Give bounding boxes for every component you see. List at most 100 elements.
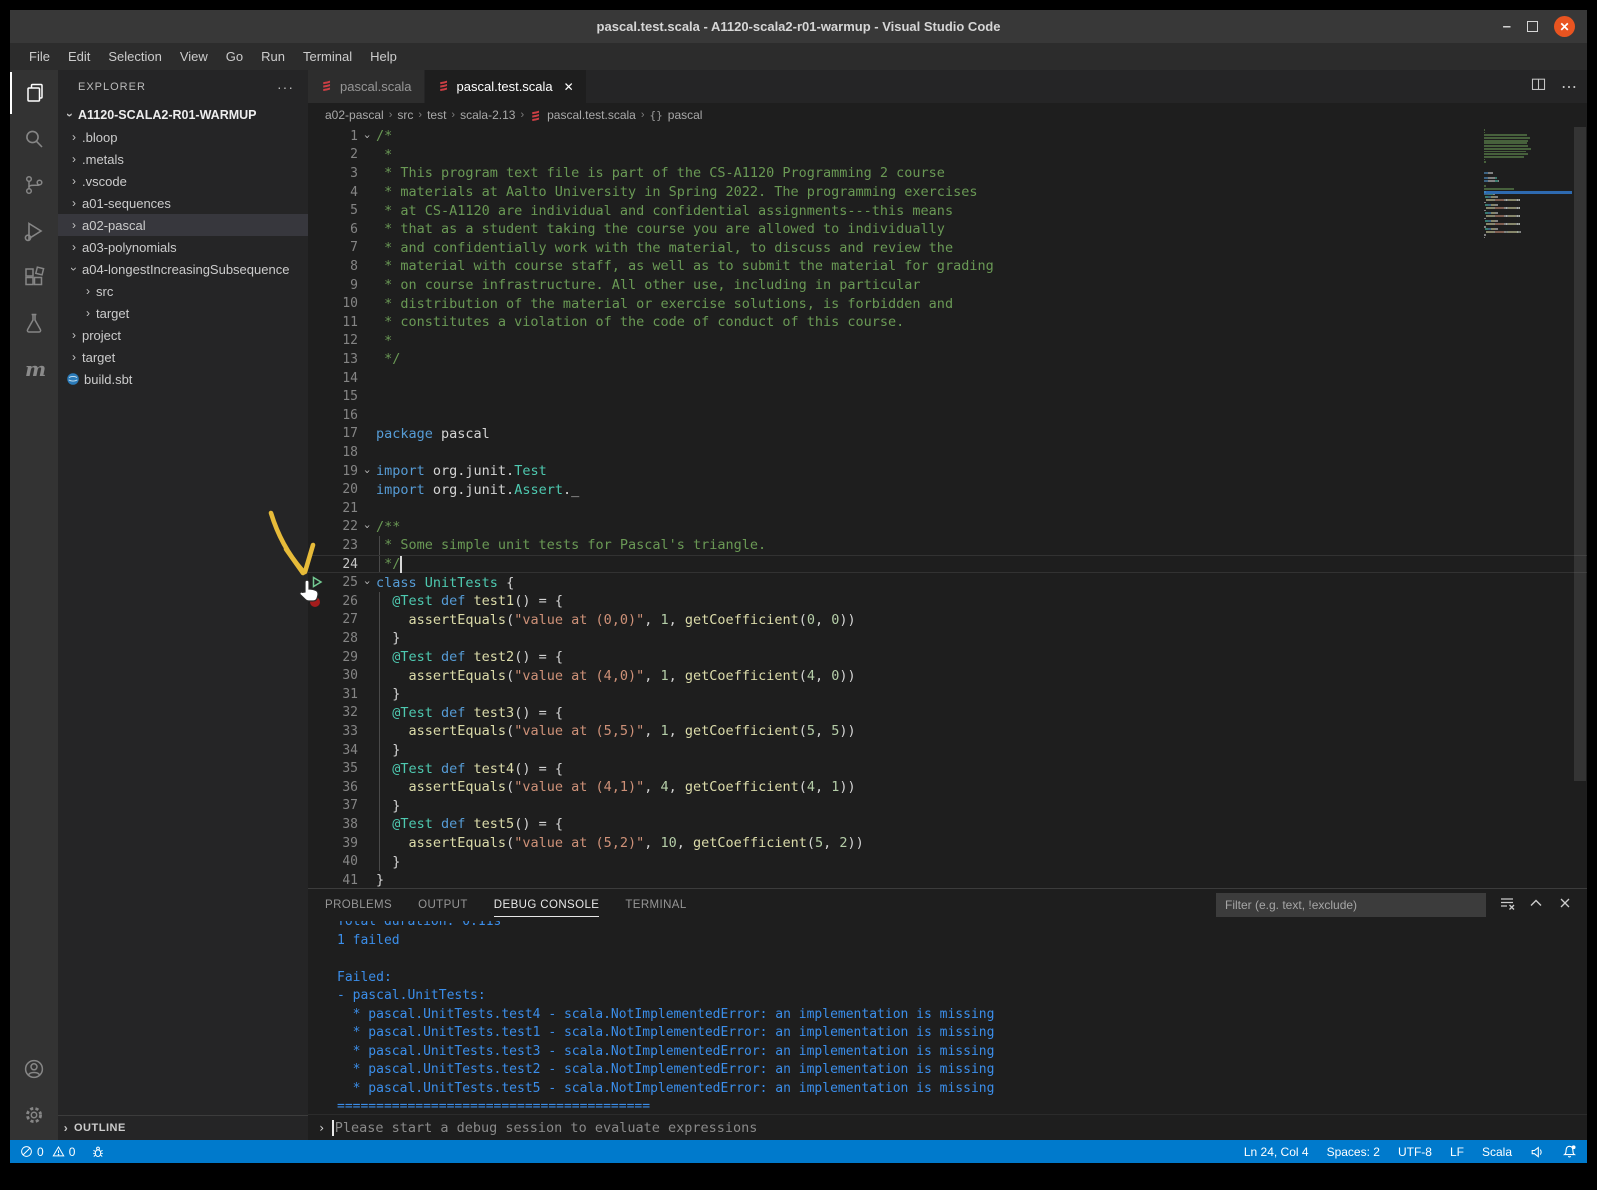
code-line-37[interactable]: 37 } [308,797,1587,816]
test-beaker-icon[interactable] [10,300,58,346]
breakpoint-icon[interactable] [310,597,320,607]
menu-item-edit[interactable]: Edit [59,49,99,64]
tree-item--bloop[interactable]: ›.bloop [58,126,308,148]
code-line-29[interactable]: 29 @Test def test2() = { [308,648,1587,667]
fold-chevron-icon[interactable]: › [358,576,376,589]
code-line-15[interactable]: 15 [308,387,1587,406]
fold-chevron-icon[interactable]: › [358,465,376,478]
tree-item-build-sbt[interactable]: build.sbt [58,368,308,390]
notifications-bell-icon[interactable] [1562,1144,1577,1159]
tree-item-a03-polynomials[interactable]: ›a03-polynomials [58,236,308,258]
editor-scrollbar[interactable] [1573,127,1587,888]
language-mode-status[interactable]: Scala [1482,1145,1512,1159]
menu-item-view[interactable]: View [171,49,217,64]
code-line-4[interactable]: 4 * materials at Aalto University in Spr… [308,183,1587,202]
fold-chevron-icon[interactable]: › [358,130,376,143]
outline-section[interactable]: › OUTLINE [58,1115,308,1140]
run-debug-icon[interactable] [10,208,58,254]
code-line-19[interactable]: 19›import org.junit.Test [308,462,1587,481]
menu-item-selection[interactable]: Selection [99,49,170,64]
panel-tab-problems[interactable]: PROBLEMS [325,893,392,917]
breadcrumb-item[interactable]: scala-2.13 [460,108,515,122]
code-line-7[interactable]: 7 * and confidentially work with the mat… [308,239,1587,258]
split-editor-icon[interactable] [1530,76,1547,98]
breadcrumb-item[interactable]: test [427,108,446,122]
tree-item-target[interactable]: ›target [58,302,308,324]
tree-item-project[interactable]: ›project [58,324,308,346]
explorer-more-actions-icon[interactable]: ··· [277,79,294,95]
code-line-1[interactable]: 1›/* [308,127,1587,146]
tree-item--vscode[interactable]: ›.vscode [58,170,308,192]
clear-console-icon[interactable] [1499,895,1515,916]
menu-item-terminal[interactable]: Terminal [294,49,361,64]
tree-item-target[interactable]: ›target [58,346,308,368]
code-line-24[interactable]: 24 */ [308,555,1587,574]
code-line-28[interactable]: 28 } [308,629,1587,648]
code-line-20[interactable]: 20import org.junit.Assert._ [308,480,1587,499]
code-line-34[interactable]: 34 } [308,741,1587,760]
code-line-27[interactable]: 27 assertEquals("value at (0,0)", 1, get… [308,611,1587,630]
code-line-16[interactable]: 16 [308,406,1587,425]
code-line-6[interactable]: 6 * that as a student taking the course … [308,220,1587,239]
code-line-38[interactable]: 38 @Test def test5() = { [308,815,1587,834]
encoding-status[interactable]: UTF-8 [1398,1145,1432,1159]
editor-more-actions-icon[interactable]: ⋯ [1561,77,1577,97]
tree-item-src[interactable]: ›src [58,280,308,302]
breadcrumb-file[interactable]: pascal.test.scala [547,108,636,122]
code-line-14[interactable]: 14 [308,369,1587,388]
maximize-icon[interactable] [1527,21,1538,32]
code-line-3[interactable]: 3 * This program text file is part of th… [308,164,1587,183]
settings-gear-icon[interactable] [10,1092,58,1138]
code-line-12[interactable]: 12 * [308,332,1587,351]
tree-item--metals[interactable]: ›.metals [58,148,308,170]
breadcrumb-item[interactable]: src [397,108,413,122]
metals-icon[interactable]: m [10,346,58,392]
code-line-10[interactable]: 10 * distribution of the material or exe… [308,294,1587,313]
menu-item-help[interactable]: Help [361,49,406,64]
code-line-41[interactable]: 41} [308,871,1587,888]
breadcrumb-item[interactable]: a02-pascal [325,108,384,122]
cursor-position-status[interactable]: Ln 24, Col 4 [1244,1145,1309,1159]
fold-chevron-icon[interactable]: › [358,520,376,533]
menu-item-run[interactable]: Run [252,49,294,64]
account-icon[interactable] [10,1046,58,1092]
debug-status-icon[interactable] [91,1145,105,1159]
indentation-status[interactable]: Spaces: 2 [1327,1145,1380,1159]
close-panel-icon[interactable] [1557,895,1573,916]
code-line-25[interactable]: 25›class UnitTests { [308,573,1587,592]
code-line-18[interactable]: 18 [308,443,1587,462]
breadcrumb[interactable]: a02-pascal›src›test›scala-2.13›pascal.te… [308,103,1587,127]
feedback-icon[interactable] [1530,1145,1544,1159]
panel-tab-debug-console[interactable]: DEBUG CONSOLE [494,893,600,917]
tree-root-folder[interactable]: ›A1120-SCALA2-R01-WARMUP [58,104,308,126]
menu-item-file[interactable]: File [20,49,59,64]
breadcrumb-symbol[interactable]: pascal [668,108,703,122]
code-line-21[interactable]: 21 [308,499,1587,518]
code-line-31[interactable]: 31 } [308,685,1587,704]
code-line-17[interactable]: 17package pascal [308,425,1587,444]
code-line-9[interactable]: 9 * on course infrastructure. All other … [308,276,1587,295]
close-tab-icon[interactable]: ✕ [564,80,574,94]
panel-tab-terminal[interactable]: TERMINAL [625,893,686,917]
tab-pascal-scala[interactable]: pascal.scala [308,70,425,103]
panel-tab-output[interactable]: OUTPUT [418,893,468,917]
tree-item-a04-longestincreasingsubsequence[interactable]: ›a04-longestIncreasingSubsequence [58,258,308,280]
source-control-icon[interactable] [10,162,58,208]
code-line-13[interactable]: 13 */ [308,350,1587,369]
code-line-22[interactable]: 22›/** [308,518,1587,537]
minimize-icon[interactable]: – [1503,18,1511,35]
code-line-40[interactable]: 40 } [308,852,1587,871]
code-line-36[interactable]: 36 assertEquals("value at (4,1)", 4, get… [308,778,1587,797]
code-line-35[interactable]: 35 @Test def test4() = { [308,759,1587,778]
minimap[interactable] [1484,129,1572,239]
debug-console-input[interactable]: › Please start a debug session to evalua… [308,1114,1587,1140]
code-line-33[interactable]: 33 assertEquals("value at (5,5)", 1, get… [308,722,1587,741]
debug-console-output[interactable]: Total duration: 0.11s1 failed Failed:- p… [308,921,1587,1114]
problems-status[interactable]: 0 0 [20,1145,75,1159]
maximize-panel-icon[interactable] [1528,895,1544,916]
console-filter-input[interactable] [1216,893,1486,917]
close-icon[interactable]: ✕ [1554,16,1575,37]
code-line-8[interactable]: 8 * material with course staff, as well … [308,257,1587,276]
tree-item-a02-pascal[interactable]: ›a02-pascal [58,214,308,236]
code-editor[interactable]: 1›/*2 *3 * This program text file is par… [308,127,1587,888]
